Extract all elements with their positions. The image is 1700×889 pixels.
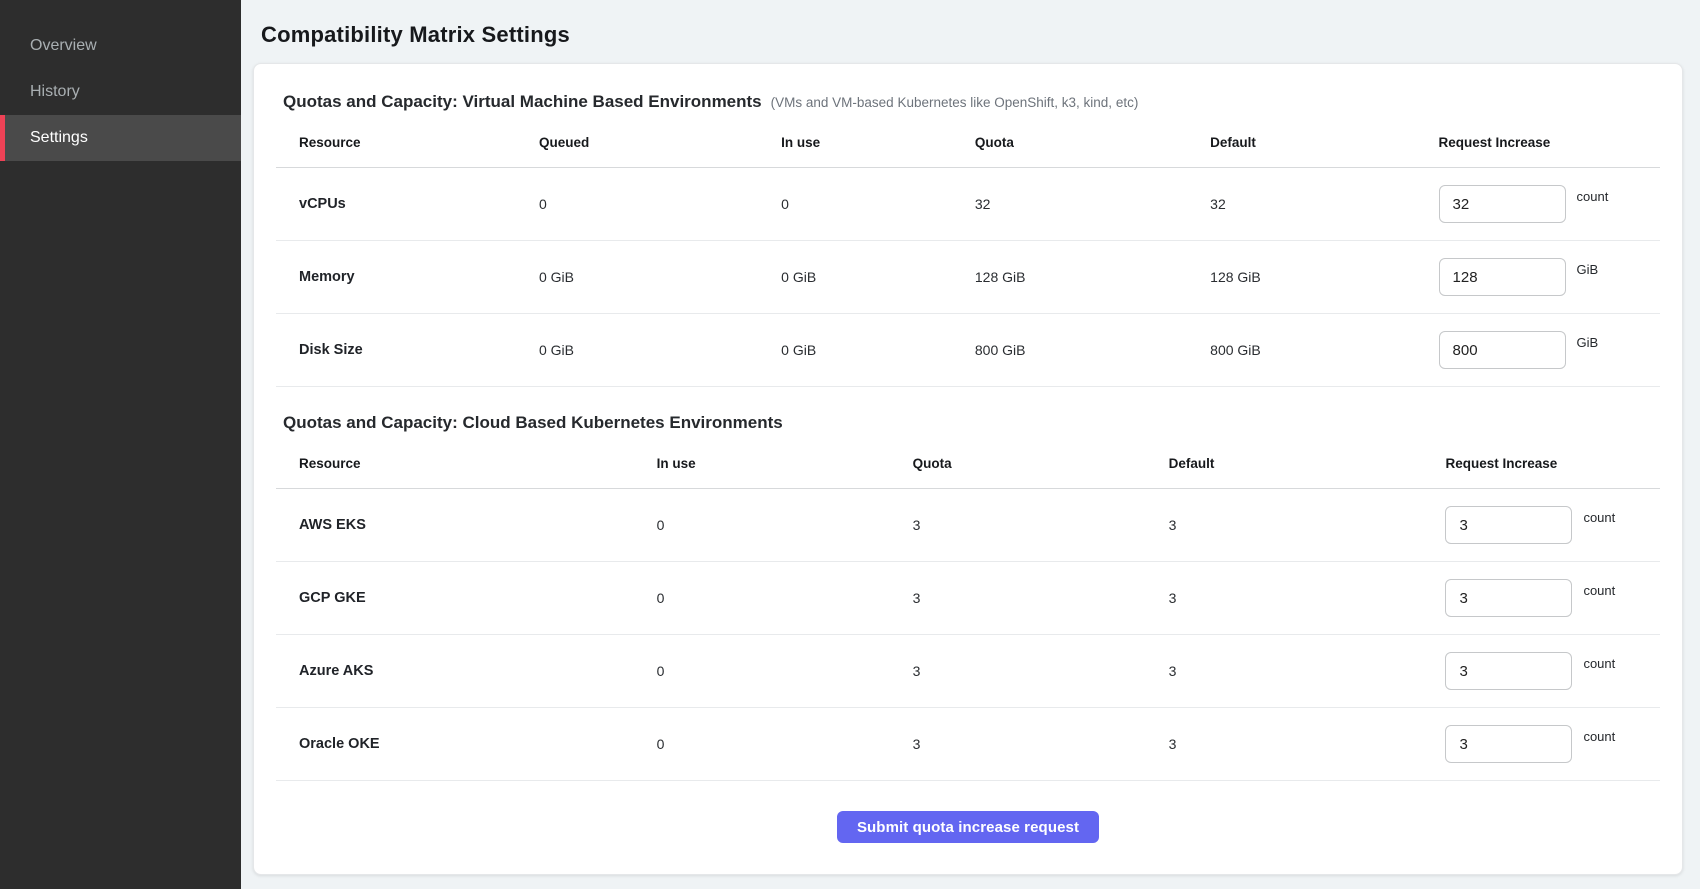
vm-col-in-use: In use	[781, 135, 975, 150]
default-value: 3	[1169, 590, 1446, 606]
request-increase-cell: count	[1439, 185, 1660, 223]
sidebar-item-label: History	[30, 83, 80, 101]
table-row: GCP GKE 0 3 3 count	[276, 562, 1660, 635]
request-increase-cell: count	[1445, 579, 1660, 617]
in-use-value: 0	[657, 736, 913, 752]
quota-value: 3	[913, 736, 1169, 752]
resource-name: Oracle OKE	[276, 736, 657, 752]
unit-label: count	[1583, 729, 1615, 744]
table-row: AWS EKS 0 3 3 count	[276, 489, 1660, 562]
request-increase-cell: count	[1445, 506, 1660, 544]
vm-section-title: Quotas and Capacity: Virtual Machine Bas…	[283, 92, 762, 112]
sidebar-item[interactable]: History	[0, 69, 241, 115]
quota-value: 32	[975, 196, 1210, 212]
request-increase-cell: GiB	[1439, 331, 1660, 369]
in-use-value: 0 GiB	[781, 269, 975, 285]
default-value: 32	[1210, 196, 1438, 212]
vm-col-resource: Resource	[276, 135, 539, 150]
vm-col-queued: Queued	[539, 135, 781, 150]
resource-name: Memory	[276, 269, 539, 285]
unit-label: count	[1583, 510, 1615, 525]
sidebar-item[interactable]: Settings	[0, 115, 241, 161]
resource-name: vCPUs	[276, 196, 539, 212]
vm-quota-table: Resource Queued In use Quota Default Req…	[276, 118, 1660, 387]
unit-label: count	[1577, 189, 1609, 204]
quota-value: 3	[913, 517, 1169, 533]
cloud-quota-table: Resource In use Quota Default Request In…	[276, 439, 1660, 781]
in-use-value: 0	[781, 196, 975, 212]
vm-table-body: vCPUs 0 0 32 32 count Memory	[276, 168, 1660, 387]
queued-value: 0 GiB	[539, 342, 781, 358]
quota-value: 3	[913, 590, 1169, 606]
table-row: Disk Size 0 GiB 0 GiB 800 GiB 800 GiB Gi…	[276, 314, 1660, 387]
in-use-value: 0 GiB	[781, 342, 975, 358]
vm-col-default: Default	[1210, 135, 1438, 150]
submit-button-container: Submit quota increase request	[276, 811, 1660, 843]
queued-value: 0	[539, 196, 781, 212]
sidebar-item-label: Overview	[30, 37, 97, 55]
default-value: 800 GiB	[1210, 342, 1438, 358]
cloud-col-in-use: In use	[657, 456, 913, 471]
queued-value: 0 GiB	[539, 269, 781, 285]
cloud-col-default: Default	[1169, 456, 1446, 471]
request-increase-cell: count	[1445, 652, 1660, 690]
resource-name: GCP GKE	[276, 590, 657, 606]
request-increase-input[interactable]	[1445, 579, 1572, 617]
sidebar-item-label: Settings	[30, 129, 88, 147]
cloud-section-title: Quotas and Capacity: Cloud Based Kuberne…	[283, 413, 783, 433]
quota-value: 128 GiB	[975, 269, 1210, 285]
table-row: Memory 0 GiB 0 GiB 128 GiB 128 GiB GiB	[276, 241, 1660, 314]
in-use-value: 0	[657, 590, 913, 606]
request-increase-input[interactable]	[1439, 331, 1566, 369]
cloud-section-heading: Quotas and Capacity: Cloud Based Kuberne…	[283, 413, 1660, 433]
cloud-col-resource: Resource	[276, 456, 657, 471]
request-increase-input[interactable]	[1445, 506, 1572, 544]
submit-quota-increase-button[interactable]: Submit quota increase request	[837, 811, 1099, 843]
cloud-col-quota: Quota	[913, 456, 1169, 471]
settings-card: Quotas and Capacity: Virtual Machine Bas…	[253, 63, 1683, 875]
request-increase-input[interactable]	[1439, 258, 1566, 296]
vm-col-quota: Quota	[975, 135, 1210, 150]
in-use-value: 0	[657, 517, 913, 533]
request-increase-cell: count	[1445, 725, 1660, 763]
resource-name: AWS EKS	[276, 517, 657, 533]
request-increase-input[interactable]	[1439, 185, 1566, 223]
request-increase-cell: GiB	[1439, 258, 1660, 296]
vm-col-request-increase: Request Increase	[1439, 135, 1660, 150]
main-content: Compatibility Matrix Settings Quotas and…	[241, 0, 1700, 889]
table-row: vCPUs 0 0 32 32 count	[276, 168, 1660, 241]
default-value: 3	[1169, 517, 1446, 533]
cloud-col-request-increase: Request Increase	[1445, 456, 1660, 471]
default-value: 3	[1169, 736, 1446, 752]
table-row: Oracle OKE 0 3 3 count	[276, 708, 1660, 781]
vm-section-heading: Quotas and Capacity: Virtual Machine Bas…	[283, 92, 1660, 112]
unit-label: count	[1583, 583, 1615, 598]
resource-name: Disk Size	[276, 342, 539, 358]
table-row: Azure AKS 0 3 3 count	[276, 635, 1660, 708]
unit-label: count	[1583, 656, 1615, 671]
vm-table-header: Resource Queued In use Quota Default Req…	[276, 118, 1660, 168]
in-use-value: 0	[657, 663, 913, 679]
cloud-table-body: AWS EKS 0 3 3 count GCP GKE 0	[276, 489, 1660, 781]
default-value: 128 GiB	[1210, 269, 1438, 285]
unit-label: GiB	[1577, 262, 1599, 277]
sidebar-item[interactable]: Overview	[0, 23, 241, 69]
request-increase-input[interactable]	[1445, 725, 1572, 763]
quota-value: 800 GiB	[975, 342, 1210, 358]
page-title: Compatibility Matrix Settings	[261, 22, 1683, 48]
vm-section-subtitle: (VMs and VM-based Kubernetes like OpenSh…	[771, 95, 1139, 110]
request-increase-input[interactable]	[1445, 652, 1572, 690]
cloud-table-header: Resource In use Quota Default Request In…	[276, 439, 1660, 489]
sidebar: Overview History Settings	[0, 0, 241, 889]
app-window: Overview History Settings Compatibility …	[0, 0, 1700, 889]
resource-name: Azure AKS	[276, 663, 657, 679]
unit-label: GiB	[1577, 335, 1599, 350]
default-value: 3	[1169, 663, 1446, 679]
quota-value: 3	[913, 663, 1169, 679]
